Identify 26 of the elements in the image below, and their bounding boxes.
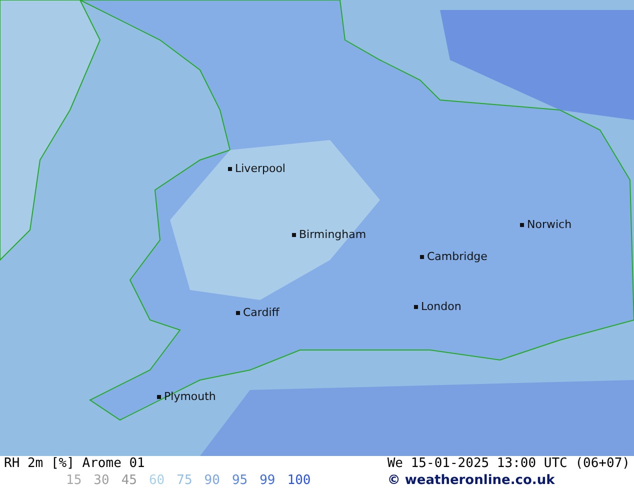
credit-link[interactable]: © weatheronline.co.uk [387,473,630,488]
legend-value: 60 [148,473,165,488]
legend-value: 30 [94,473,110,488]
city-marker-icon [420,254,424,258]
city-label: Cardiff [243,306,280,319]
city-label: Norwich [527,218,572,231]
legend-value: 45 [121,473,137,488]
legend-value: 90 [204,473,220,488]
city-marker-icon [292,232,296,236]
city-marker-icon [414,304,418,308]
city-label: London [421,300,462,313]
city-marker-icon [236,310,240,314]
city-marker-icon [157,394,161,398]
city-label: Cambridge [427,250,488,263]
legend-value: 99 [260,473,276,488]
city-label: Plymouth [164,390,216,403]
city-marker-icon [228,166,232,170]
city-marker-icon [520,222,524,226]
legend-value: 95 [232,473,248,488]
legend-value: 15 [66,473,82,488]
city-label: Birmingham [299,228,366,241]
legend-value: 100 [287,473,311,488]
city-label: Liverpool [235,162,286,175]
map-title: RH 2m [%] Arome 01 [4,456,146,471]
legend-value: 75 [176,473,192,488]
forecast-time: We 15-01-2025 13:00 UTC (06+07) [387,456,630,471]
